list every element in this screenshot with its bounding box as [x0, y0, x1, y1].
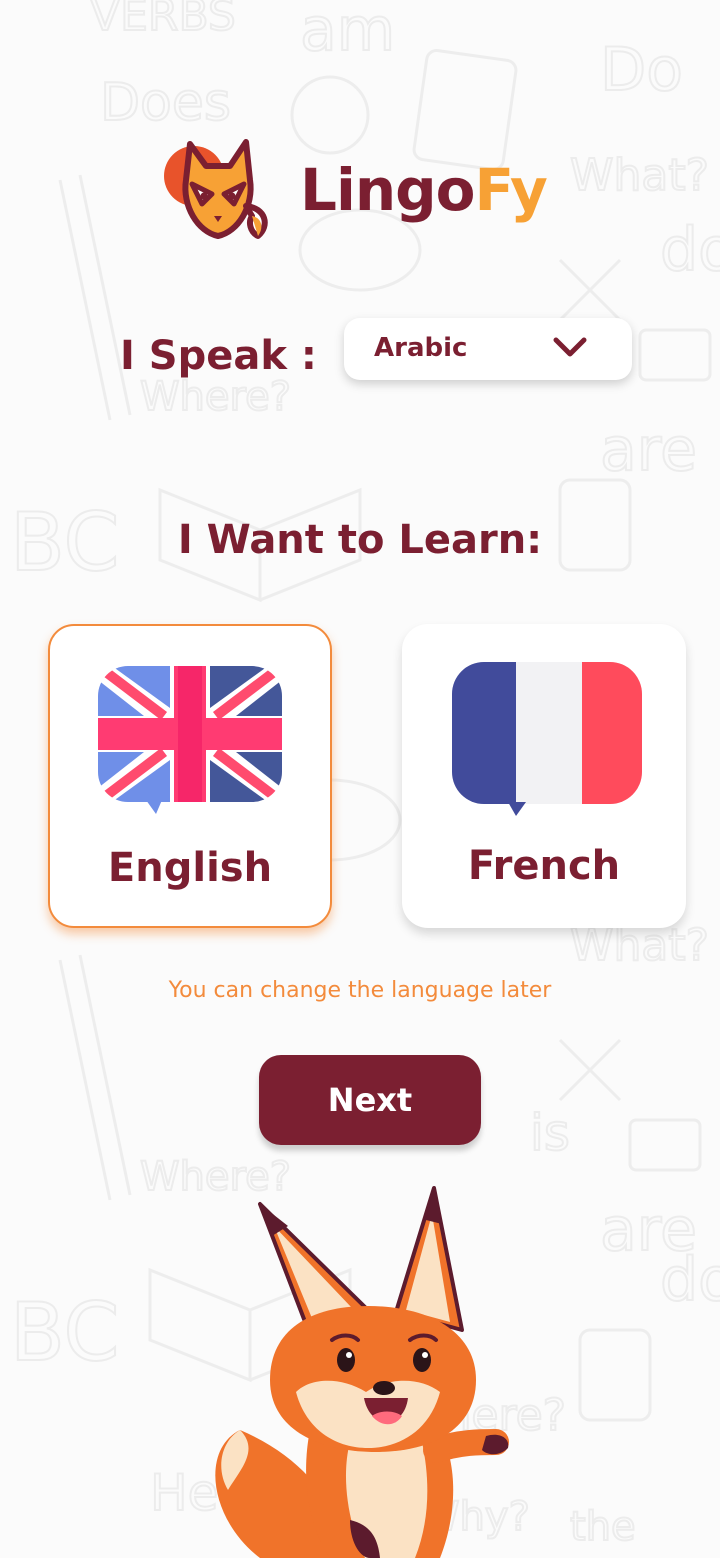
next-button[interactable]: Next	[259, 1055, 481, 1145]
fox-mascot	[215, 1186, 509, 1558]
chevron-down-icon	[553, 337, 587, 357]
native-language-dropdown[interactable]: Arabic	[344, 318, 632, 380]
svg-text:is: is	[530, 1104, 570, 1162]
language-card-english[interactable]: English	[48, 624, 332, 928]
language-card-label: English	[107, 845, 273, 891]
svg-text:am: am	[300, 0, 395, 65]
france-flag-icon	[452, 662, 642, 816]
svg-text:BC: BC	[10, 1286, 119, 1379]
app-logo: LingoFy	[162, 136, 562, 246]
change-language-hint: You can change the language later	[168, 978, 552, 1003]
app-name-part2: Fy	[474, 156, 548, 224]
uk-flag-icon	[98, 666, 282, 814]
svg-text:Does: Does	[100, 73, 231, 133]
svg-text:the: the	[570, 1504, 636, 1550]
app-name: LingoFy	[300, 150, 548, 230]
language-card-label: French	[467, 843, 621, 889]
svg-text:What?: What?	[570, 150, 709, 201]
svg-text:VERBS: VERBS	[90, 0, 236, 41]
svg-text:are: are	[600, 415, 697, 485]
language-card-french[interactable]: French	[402, 624, 686, 928]
svg-text:do: do	[660, 1245, 720, 1315]
learn-label: I Want to Learn:	[177, 517, 543, 563]
app-name-part1: Lingo	[300, 156, 475, 224]
fox-logo-icon	[164, 139, 268, 239]
svg-text:Do: Do	[600, 35, 683, 105]
svg-text:are: are	[600, 1195, 697, 1265]
speak-label: I Speak :	[120, 333, 317, 379]
svg-text:do: do	[660, 215, 720, 285]
native-language-value: Arabic	[374, 333, 468, 363]
